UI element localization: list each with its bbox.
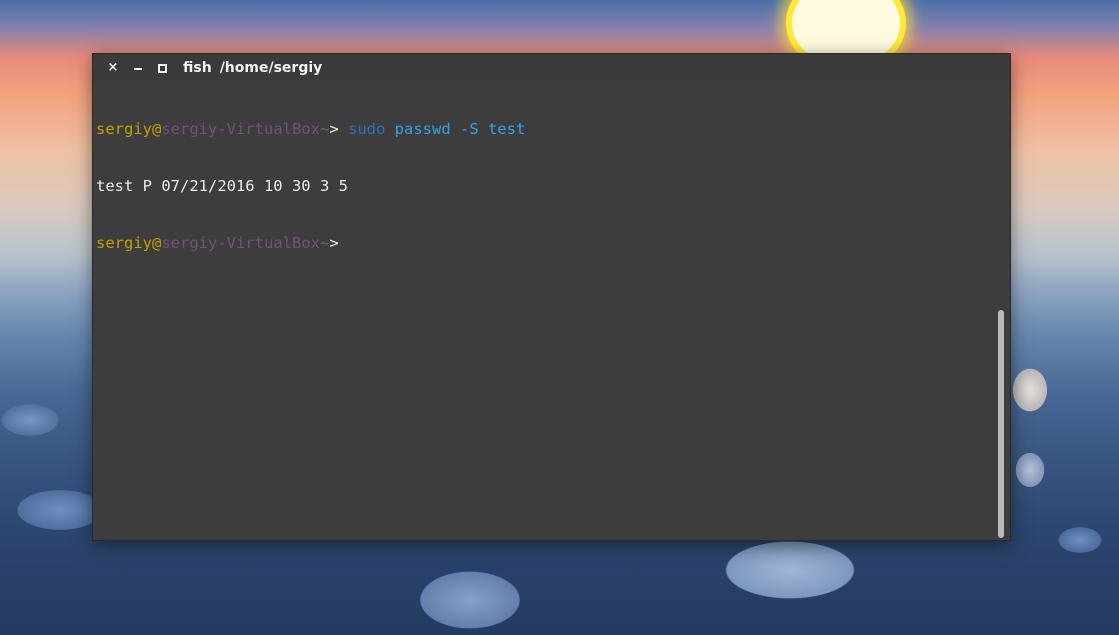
window-title-app: fish — [183, 60, 212, 76]
maximize-box — [158, 64, 167, 73]
minimize-bar — [134, 68, 142, 70]
minimize-icon[interactable] — [130, 60, 146, 76]
scrollbar[interactable] — [998, 310, 1004, 538]
command-args: passwd -S test — [385, 120, 526, 138]
terminal-output[interactable]: sergiy@sergiy-VirtualBox~> sudo passwd -… — [96, 82, 996, 537]
command-sudo: sudo — [348, 120, 386, 138]
prompt-symbol: > — [329, 234, 339, 252]
prompt-host: sergiy-VirtualBox — [161, 120, 320, 138]
prompt-cwd: ~ — [319, 120, 330, 138]
window-title-path: /home/sergiy — [219, 60, 323, 76]
window-title: fish/home/sergiy — [183, 59, 322, 77]
prompt-at: @ — [152, 120, 162, 138]
command-output: test P 07/21/2016 10 30 3 5 — [96, 177, 348, 195]
prompt-symbol: > — [329, 120, 348, 138]
window-titlebar[interactable]: × fish/home/sergiy — [93, 54, 1010, 82]
prompt-host: sergiy-VirtualBox — [161, 234, 320, 252]
prompt-user: sergiy — [96, 120, 152, 138]
terminal-line: sergiy@sergiy-VirtualBox~> — [96, 234, 996, 253]
prompt-cwd: ~ — [319, 234, 330, 252]
prompt-at: @ — [152, 234, 162, 252]
terminal-line: test P 07/21/2016 10 30 3 5 — [96, 177, 996, 196]
terminal-line: sergiy@sergiy-VirtualBox~> sudo passwd -… — [96, 120, 996, 139]
maximize-icon[interactable] — [154, 60, 170, 76]
close-icon[interactable]: × — [105, 60, 121, 76]
terminal-window[interactable]: × fish/home/sergiy sergiy@sergiy-Virtual… — [93, 54, 1010, 540]
prompt-user: sergiy — [96, 234, 152, 252]
sun — [792, 0, 900, 60]
